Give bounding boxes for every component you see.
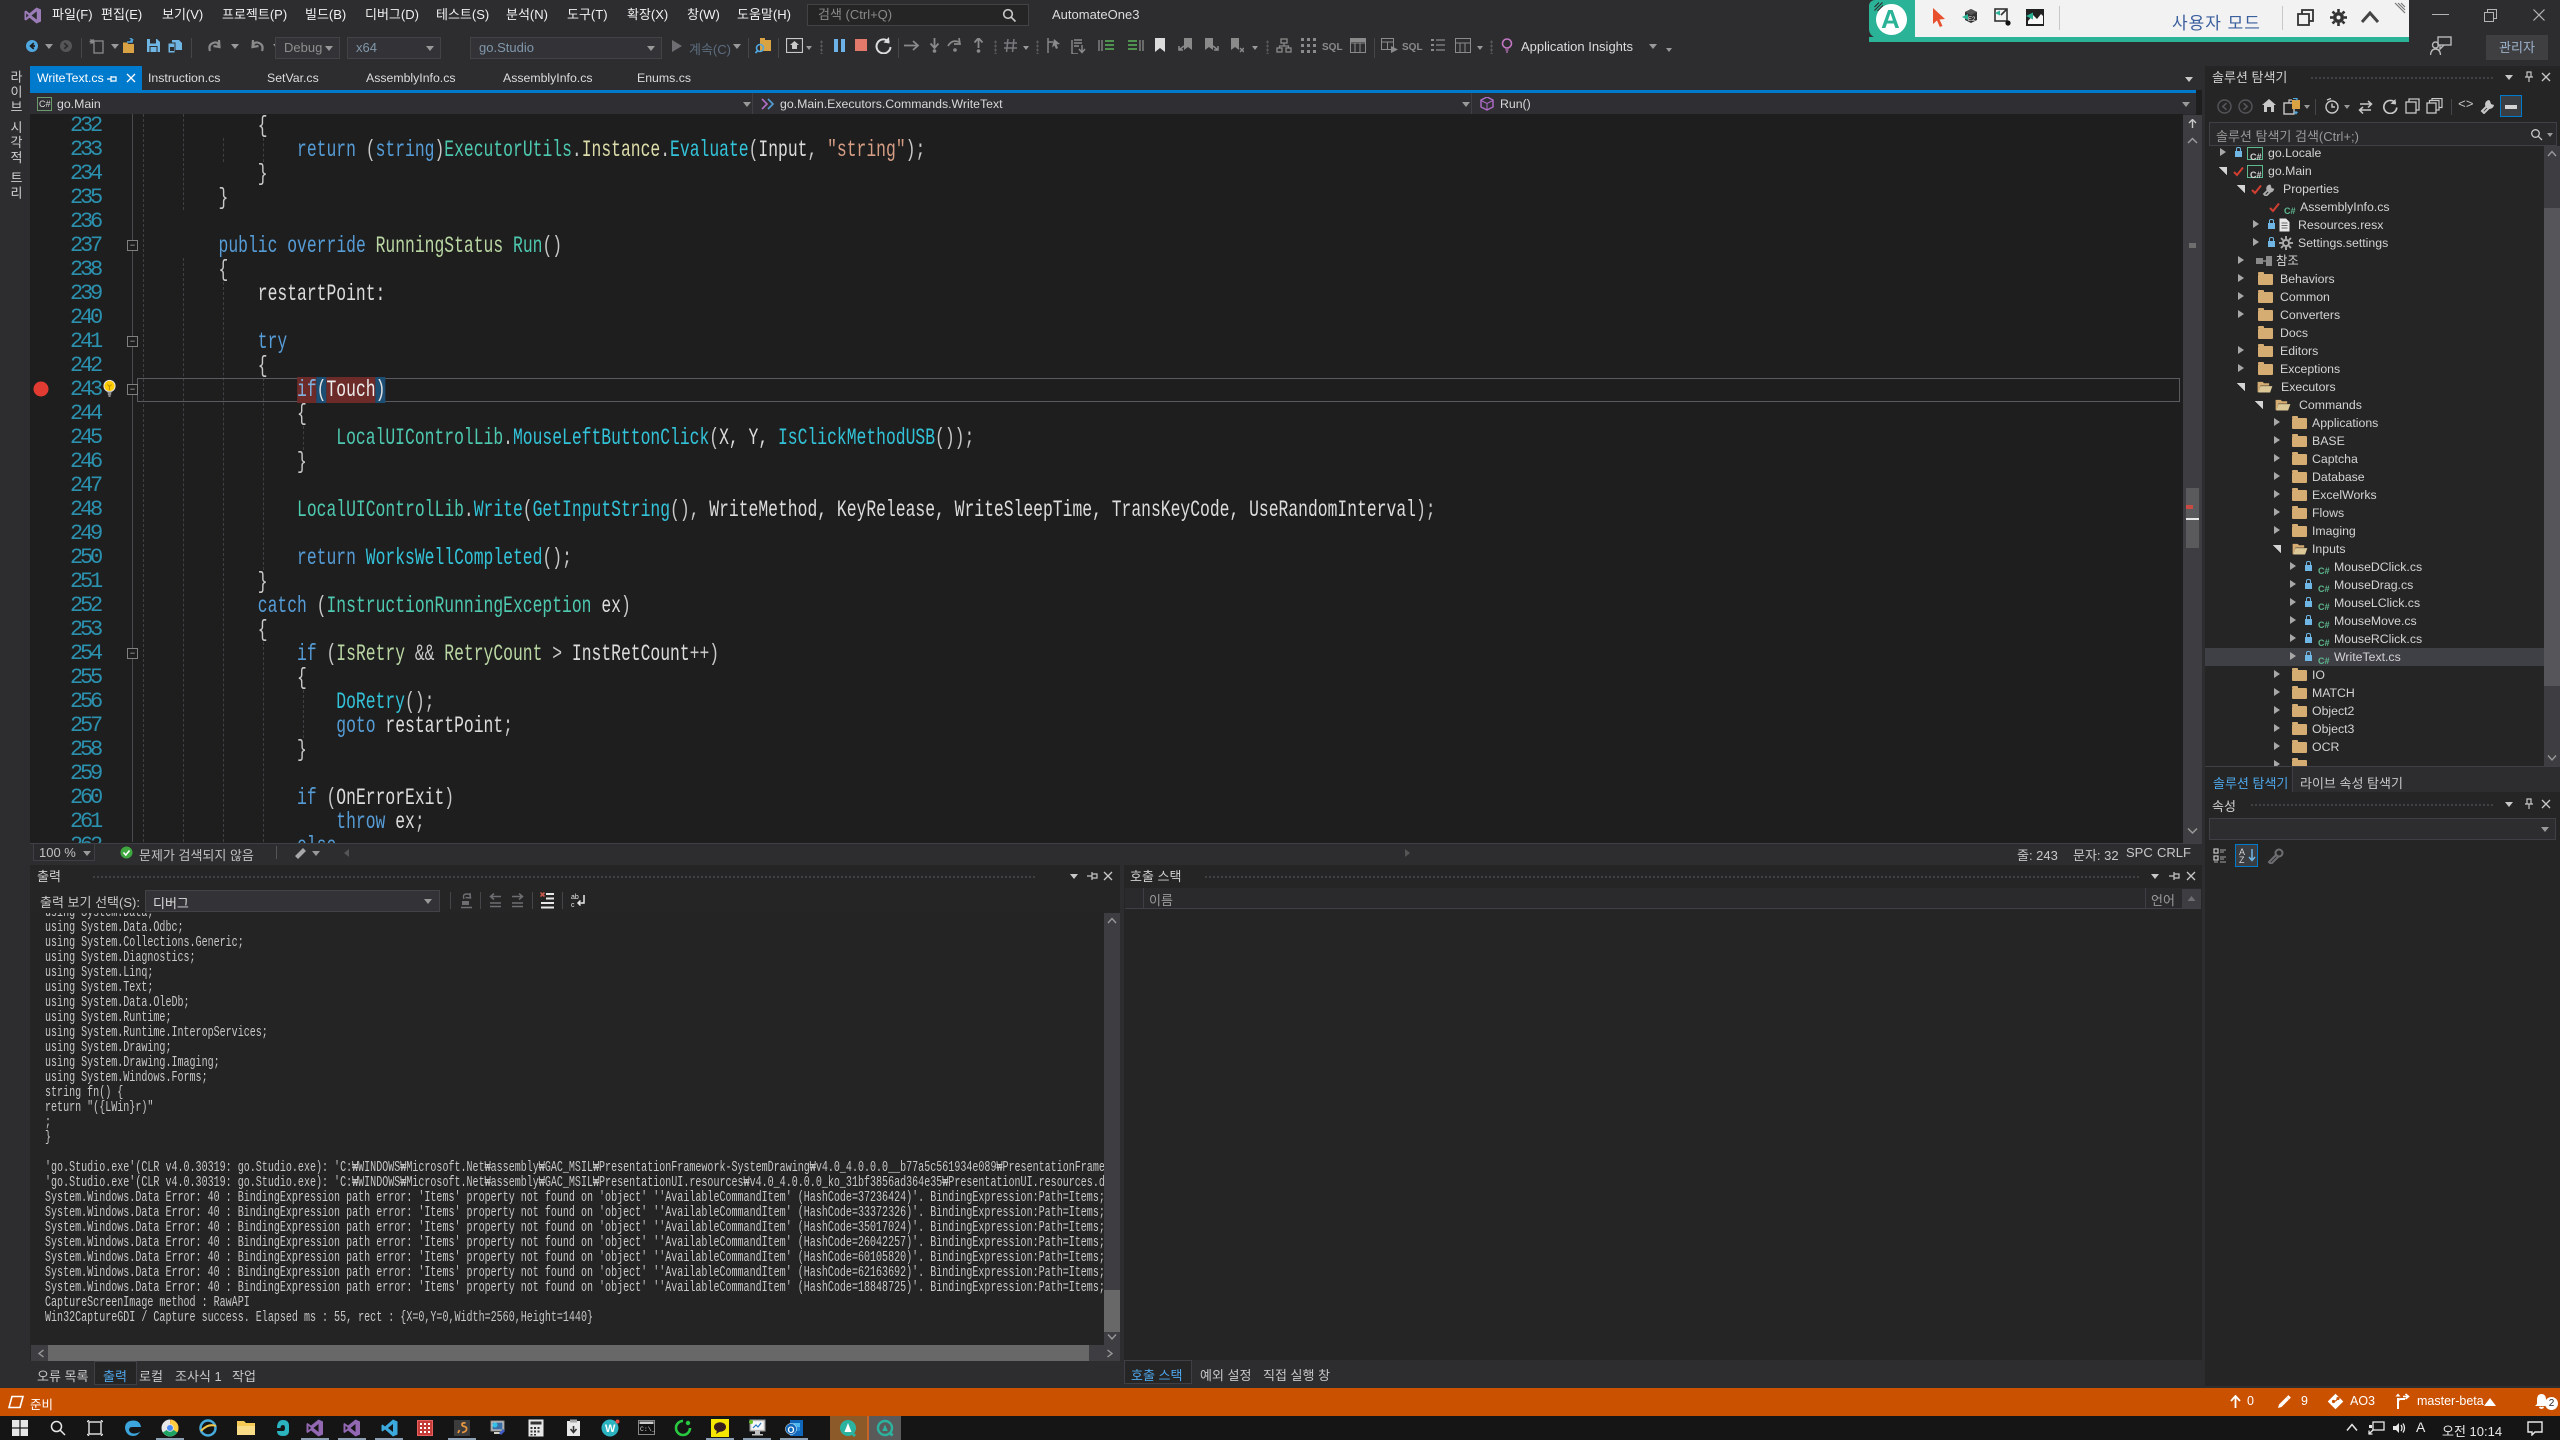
svg-text:C:\_: C:\_	[640, 1426, 655, 1433]
svg-text:c: c	[571, 902, 575, 909]
svg-text:ab: ab	[571, 894, 579, 901]
svg-text:E2: E2	[1968, 17, 1976, 23]
svg-text:O: O	[788, 1425, 795, 1435]
svg-text:W: W	[605, 1423, 616, 1435]
svg-text:C#: C#	[39, 99, 51, 109]
